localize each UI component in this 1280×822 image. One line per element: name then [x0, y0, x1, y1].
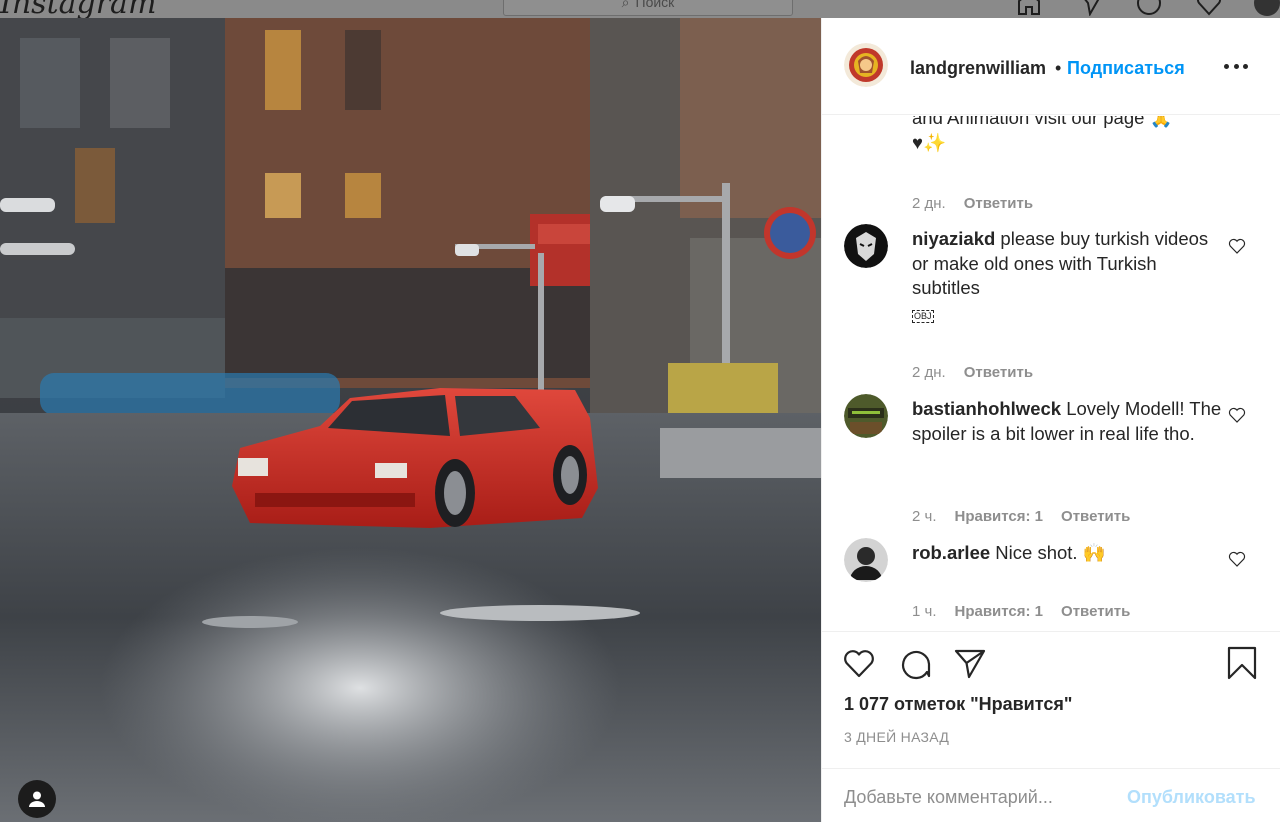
like-comment-heart-icon[interactable] — [1228, 550, 1246, 568]
explore-icon[interactable] — [1136, 0, 1162, 16]
likes-count[interactable]: 1 077 отметок "Нравится" — [844, 694, 1072, 715]
reply-button[interactable]: Ответить — [964, 364, 1033, 381]
author-username[interactable]: landgrenwilliam — [910, 58, 1046, 79]
activity-heart-icon[interactable] — [1196, 0, 1222, 16]
commenter-username[interactable]: bastianhohlweck — [912, 398, 1061, 419]
comment-time[interactable]: 2 дн. — [912, 195, 946, 212]
comment-text: bastianhohlweck Lovely Modell! The spoil… — [912, 397, 1222, 446]
instagram-logo[interactable]: Instagram — [0, 0, 156, 18]
comment-meta: 2 дн. Ответить — [912, 195, 1033, 212]
reply-button[interactable]: Ответить — [1061, 508, 1130, 525]
comment-likes-count[interactable]: Нравится: 1 — [955, 603, 1044, 620]
comment-text-line: ♥✨ — [912, 131, 947, 153]
like-heart-icon[interactable] — [842, 646, 876, 680]
separator-dot: • — [1055, 58, 1062, 78]
reply-button[interactable]: Ответить — [964, 195, 1033, 212]
post-date[interactable]: 3 ДНЕЙ НАЗАД — [844, 729, 949, 745]
comment-bubble-icon[interactable] — [898, 646, 932, 680]
search-icon: ⌕ — [621, 0, 630, 10]
comment-input[interactable]: Добавьте комментарий... — [844, 787, 1104, 808]
comment-text: and Animation visit our page 🙏 ♥✨ — [912, 116, 1222, 155]
comment-meta: 2 дн. Ответить — [912, 364, 1033, 381]
comment-meta: 2 ч. Нравится: 1 Ответить — [912, 508, 1130, 525]
publish-button[interactable]: Опубликовать — [1127, 787, 1256, 808]
comments-list: and Animation visit our page 🙏 ♥✨ 2 дн. … — [822, 116, 1280, 631]
post-header: landgrenwilliam • Подписаться — [822, 18, 1280, 115]
share-direct-icon[interactable] — [953, 646, 987, 680]
tagged-users-button[interactable] — [18, 780, 56, 818]
search-input[interactable]: ⌕ Поиск — [503, 0, 793, 16]
direct-icon[interactable] — [1078, 0, 1104, 16]
reply-button[interactable]: Ответить — [1061, 603, 1130, 620]
add-comment-bar: Добавьте комментарий... Опубликовать — [822, 768, 1280, 822]
like-comment-heart-icon[interactable] — [1228, 406, 1246, 424]
commenter-username[interactable]: niyaziakd — [912, 228, 995, 249]
search-placeholder: Поиск — [635, 0, 675, 10]
commenter-username[interactable]: rob.arlee — [912, 542, 990, 563]
home-icon[interactable] — [1016, 0, 1042, 16]
author-avatar[interactable] — [844, 43, 888, 87]
user-icon — [29, 791, 45, 807]
post-side-panel: landgrenwilliam • Подписаться and Animat… — [821, 18, 1280, 822]
like-comment-heart-icon[interactable] — [1228, 237, 1246, 255]
street-car-scene-image — [0, 18, 821, 822]
post-photo[interactable] — [0, 18, 821, 822]
comment-meta: 1 ч. Нравится: 1 Ответить — [912, 603, 1130, 620]
comment-time[interactable]: 1 ч. — [912, 603, 937, 620]
comment-text-line: and Animation visit our page 🙏 — [912, 116, 1173, 128]
follow-button[interactable]: Подписаться — [1067, 58, 1185, 79]
commenter-avatar[interactable] — [844, 538, 888, 582]
commenter-avatar[interactable] — [844, 394, 888, 438]
comment-body: Nice shot. 🙌 — [990, 542, 1106, 563]
commenter-avatar[interactable] — [844, 224, 888, 268]
profile-avatar[interactable] — [1254, 0, 1280, 16]
post-actions: 1 077 отметок "Нравится" 3 ДНЕЙ НАЗАД — [822, 631, 1280, 768]
bookmark-icon[interactable] — [1225, 646, 1259, 680]
top-navigation: Instagram ⌕ Поиск — [0, 0, 1280, 18]
comment-time[interactable]: 2 дн. — [912, 364, 946, 381]
object-replacement-glyph: OBJ — [912, 309, 934, 323]
ellipsis-icon[interactable] — [1224, 58, 1248, 74]
comment-text: niyaziakd please buy turkish videos or m… — [912, 227, 1222, 325]
comment-text: rob.arlee Nice shot. 🙌 — [912, 541, 1222, 566]
comment-likes-count[interactable]: Нравится: 1 — [955, 508, 1044, 525]
comment-time[interactable]: 2 ч. — [912, 508, 937, 525]
